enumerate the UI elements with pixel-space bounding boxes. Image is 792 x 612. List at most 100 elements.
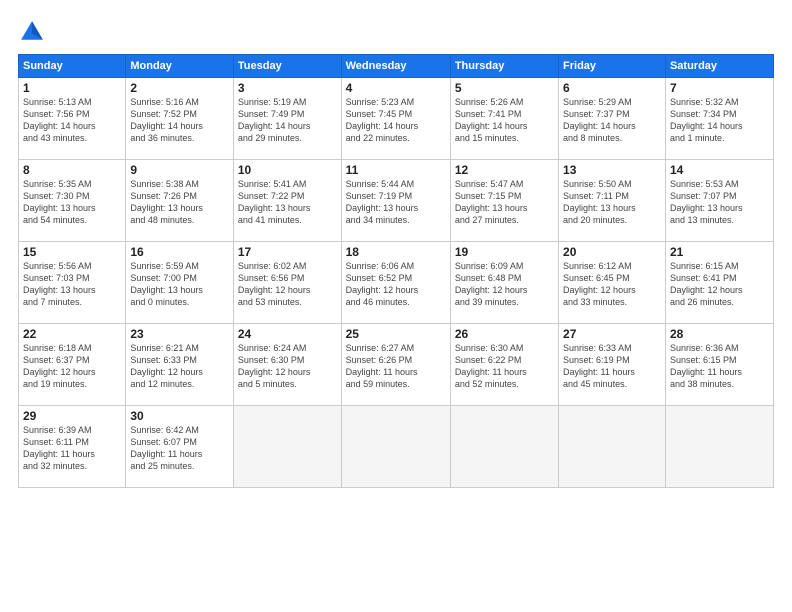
day-number: 13 [563,163,661,177]
day-info: Sunrise: 6:27 AM Sunset: 6:26 PM Dayligh… [346,342,446,391]
day-cell: 18Sunrise: 6:06 AM Sunset: 6:52 PM Dayli… [341,242,450,324]
day-cell [233,406,341,488]
day-cell: 14Sunrise: 5:53 AM Sunset: 7:07 PM Dayli… [665,160,773,242]
day-info: Sunrise: 5:53 AM Sunset: 7:07 PM Dayligh… [670,178,769,227]
day-number: 18 [346,245,446,259]
day-info: Sunrise: 5:59 AM Sunset: 7:00 PM Dayligh… [130,260,229,309]
day-cell: 5Sunrise: 5:26 AM Sunset: 7:41 PM Daylig… [450,78,558,160]
weekday-monday: Monday [126,55,234,78]
day-info: Sunrise: 5:50 AM Sunset: 7:11 PM Dayligh… [563,178,661,227]
day-cell: 4Sunrise: 5:23 AM Sunset: 7:45 PM Daylig… [341,78,450,160]
day-number: 22 [23,327,121,341]
day-cell: 6Sunrise: 5:29 AM Sunset: 7:37 PM Daylig… [559,78,666,160]
day-cell: 28Sunrise: 6:36 AM Sunset: 6:15 PM Dayli… [665,324,773,406]
day-cell: 2Sunrise: 5:16 AM Sunset: 7:52 PM Daylig… [126,78,234,160]
day-cell: 16Sunrise: 5:59 AM Sunset: 7:00 PM Dayli… [126,242,234,324]
day-number: 26 [455,327,554,341]
day-cell: 15Sunrise: 5:56 AM Sunset: 7:03 PM Dayli… [19,242,126,324]
weekday-saturday: Saturday [665,55,773,78]
day-cell [665,406,773,488]
weekday-friday: Friday [559,55,666,78]
calendar-body: 1Sunrise: 5:13 AM Sunset: 7:56 PM Daylig… [19,78,774,488]
day-number: 27 [563,327,661,341]
day-info: Sunrise: 6:09 AM Sunset: 6:48 PM Dayligh… [455,260,554,309]
day-number: 3 [238,81,337,95]
day-cell: 3Sunrise: 5:19 AM Sunset: 7:49 PM Daylig… [233,78,341,160]
day-number: 5 [455,81,554,95]
day-cell: 29Sunrise: 6:39 AM Sunset: 6:11 PM Dayli… [19,406,126,488]
day-number: 30 [130,409,229,423]
day-cell: 17Sunrise: 6:02 AM Sunset: 6:56 PM Dayli… [233,242,341,324]
day-cell: 20Sunrise: 6:12 AM Sunset: 6:45 PM Dayli… [559,242,666,324]
day-number: 21 [670,245,769,259]
calendar: SundayMondayTuesdayWednesdayThursdayFrid… [18,54,774,488]
day-info: Sunrise: 6:12 AM Sunset: 6:45 PM Dayligh… [563,260,661,309]
day-number: 10 [238,163,337,177]
day-info: Sunrise: 6:24 AM Sunset: 6:30 PM Dayligh… [238,342,337,391]
day-info: Sunrise: 6:36 AM Sunset: 6:15 PM Dayligh… [670,342,769,391]
day-info: Sunrise: 6:30 AM Sunset: 6:22 PM Dayligh… [455,342,554,391]
day-number: 16 [130,245,229,259]
day-info: Sunrise: 6:21 AM Sunset: 6:33 PM Dayligh… [130,342,229,391]
day-info: Sunrise: 5:16 AM Sunset: 7:52 PM Dayligh… [130,96,229,145]
day-cell: 26Sunrise: 6:30 AM Sunset: 6:22 PM Dayli… [450,324,558,406]
day-info: Sunrise: 6:02 AM Sunset: 6:56 PM Dayligh… [238,260,337,309]
day-info: Sunrise: 5:38 AM Sunset: 7:26 PM Dayligh… [130,178,229,227]
day-number: 14 [670,163,769,177]
day-info: Sunrise: 5:44 AM Sunset: 7:19 PM Dayligh… [346,178,446,227]
day-cell: 21Sunrise: 6:15 AM Sunset: 6:41 PM Dayli… [665,242,773,324]
day-cell: 30Sunrise: 6:42 AM Sunset: 6:07 PM Dayli… [126,406,234,488]
day-number: 17 [238,245,337,259]
day-cell: 1Sunrise: 5:13 AM Sunset: 7:56 PM Daylig… [19,78,126,160]
page: SundayMondayTuesdayWednesdayThursdayFrid… [0,0,792,612]
day-cell [559,406,666,488]
day-info: Sunrise: 5:56 AM Sunset: 7:03 PM Dayligh… [23,260,121,309]
day-info: Sunrise: 5:23 AM Sunset: 7:45 PM Dayligh… [346,96,446,145]
logo-icon [18,18,46,46]
day-number: 23 [130,327,229,341]
day-info: Sunrise: 6:33 AM Sunset: 6:19 PM Dayligh… [563,342,661,391]
day-cell: 10Sunrise: 5:41 AM Sunset: 7:22 PM Dayli… [233,160,341,242]
day-number: 29 [23,409,121,423]
week-row-2: 8Sunrise: 5:35 AM Sunset: 7:30 PM Daylig… [19,160,774,242]
calendar-header: SundayMondayTuesdayWednesdayThursdayFrid… [19,55,774,78]
day-number: 25 [346,327,446,341]
day-info: Sunrise: 6:42 AM Sunset: 6:07 PM Dayligh… [130,424,229,473]
weekday-thursday: Thursday [450,55,558,78]
day-cell: 13Sunrise: 5:50 AM Sunset: 7:11 PM Dayli… [559,160,666,242]
day-info: Sunrise: 5:35 AM Sunset: 7:30 PM Dayligh… [23,178,121,227]
day-cell: 27Sunrise: 6:33 AM Sunset: 6:19 PM Dayli… [559,324,666,406]
day-cell [450,406,558,488]
day-info: Sunrise: 5:19 AM Sunset: 7:49 PM Dayligh… [238,96,337,145]
day-info: Sunrise: 5:26 AM Sunset: 7:41 PM Dayligh… [455,96,554,145]
day-cell: 25Sunrise: 6:27 AM Sunset: 6:26 PM Dayli… [341,324,450,406]
day-info: Sunrise: 5:29 AM Sunset: 7:37 PM Dayligh… [563,96,661,145]
week-row-5: 29Sunrise: 6:39 AM Sunset: 6:11 PM Dayli… [19,406,774,488]
day-info: Sunrise: 6:06 AM Sunset: 6:52 PM Dayligh… [346,260,446,309]
day-cell: 19Sunrise: 6:09 AM Sunset: 6:48 PM Dayli… [450,242,558,324]
day-number: 19 [455,245,554,259]
day-number: 7 [670,81,769,95]
day-number: 24 [238,327,337,341]
day-info: Sunrise: 6:15 AM Sunset: 6:41 PM Dayligh… [670,260,769,309]
logo [18,18,50,46]
day-cell [341,406,450,488]
day-info: Sunrise: 5:41 AM Sunset: 7:22 PM Dayligh… [238,178,337,227]
weekday-row: SundayMondayTuesdayWednesdayThursdayFrid… [19,55,774,78]
week-row-4: 22Sunrise: 6:18 AM Sunset: 6:37 PM Dayli… [19,324,774,406]
day-info: Sunrise: 6:18 AM Sunset: 6:37 PM Dayligh… [23,342,121,391]
day-info: Sunrise: 5:47 AM Sunset: 7:15 PM Dayligh… [455,178,554,227]
day-number: 28 [670,327,769,341]
day-info: Sunrise: 6:39 AM Sunset: 6:11 PM Dayligh… [23,424,121,473]
day-cell: 8Sunrise: 5:35 AM Sunset: 7:30 PM Daylig… [19,160,126,242]
day-number: 6 [563,81,661,95]
week-row-1: 1Sunrise: 5:13 AM Sunset: 7:56 PM Daylig… [19,78,774,160]
day-number: 8 [23,163,121,177]
day-number: 15 [23,245,121,259]
weekday-sunday: Sunday [19,55,126,78]
day-cell: 23Sunrise: 6:21 AM Sunset: 6:33 PM Dayli… [126,324,234,406]
day-number: 12 [455,163,554,177]
day-cell: 12Sunrise: 5:47 AM Sunset: 7:15 PM Dayli… [450,160,558,242]
weekday-wednesday: Wednesday [341,55,450,78]
header [18,18,774,46]
